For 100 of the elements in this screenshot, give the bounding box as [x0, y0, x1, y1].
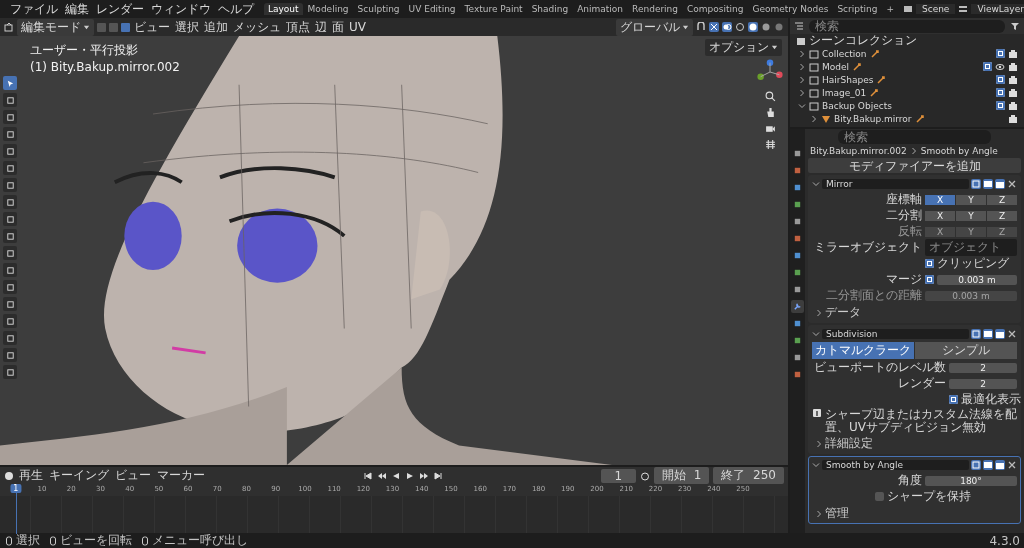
stopwatch-icon[interactable] [640, 470, 651, 481]
workspace-tab[interactable]: Geometry Nodes [748, 3, 833, 15]
workspace-tab[interactable]: Texture Paint [460, 3, 527, 15]
tool-button[interactable] [3, 348, 17, 362]
end-frame-field[interactable]: 終了 250 [713, 467, 784, 484]
editor-type-icon[interactable] [4, 22, 14, 32]
tool-button[interactable] [3, 331, 17, 345]
tool-button[interactable] [3, 297, 17, 311]
chevron-right-icon[interactable] [798, 49, 806, 58]
outliner-item[interactable]: シーンコレクション [809, 32, 917, 49]
close-icon[interactable] [1007, 460, 1017, 471]
chevron-down-icon[interactable] [812, 180, 820, 188]
edit-mode-icon[interactable] [971, 460, 981, 471]
select-mode-button[interactable] [121, 22, 130, 32]
menu-item[interactable]: UV [348, 20, 367, 34]
search-field[interactable]: 検索 [838, 130, 991, 144]
add-modifier-button[interactable]: モディファイアーを追加 [808, 158, 1021, 173]
axis-toggle[interactable]: X [925, 210, 955, 221]
menu-item[interactable]: メッシュ [232, 18, 282, 36]
outliner-item[interactable]: Image_01 [822, 87, 867, 98]
edit-mode-icon[interactable] [971, 329, 981, 339]
chevron-right-icon[interactable] [815, 509, 823, 518]
chevron-right-icon[interactable] [810, 114, 818, 123]
tool-button[interactable] [3, 229, 17, 243]
solid-shading-icon[interactable] [748, 22, 758, 32]
menu-item[interactable]: レンダー [95, 0, 145, 18]
menu-item[interactable]: 面 [331, 18, 345, 36]
tool-button[interactable] [3, 263, 17, 277]
options-dropdown[interactable]: オプション [705, 39, 782, 56]
properties-tab[interactable] [791, 300, 804, 313]
outliner-item[interactable]: HairShapes [822, 74, 874, 85]
tool-button[interactable] [3, 93, 17, 107]
scene-icon[interactable] [902, 4, 913, 14]
workspace-tab[interactable]: Shading [527, 3, 573, 15]
filter-icon[interactable] [1010, 21, 1020, 31]
render-icon[interactable] [995, 329, 1005, 339]
workspace-tab[interactable]: Rendering [628, 3, 683, 15]
number-field[interactable]: 2 [949, 378, 1017, 389]
outliner-item[interactable]: Backup Objects [822, 100, 892, 111]
tool-button[interactable] [3, 110, 17, 124]
render-shading-icon[interactable] [774, 22, 784, 32]
menu-item[interactable]: 再生 [18, 467, 44, 484]
close-icon[interactable] [1007, 329, 1017, 339]
menu-item[interactable]: 頂点 [285, 18, 311, 36]
play-reverse-button[interactable] [391, 470, 402, 481]
workspace-tab[interactable]: Compositing [683, 3, 748, 15]
modifier-name-field[interactable]: Subdivision [822, 329, 969, 339]
include-checkbox[interactable] [996, 75, 1005, 84]
start-frame-field[interactable]: 開始 1 [654, 467, 710, 484]
eye-icon[interactable] [995, 61, 1005, 72]
viewport-icon[interactable] [983, 460, 993, 471]
menu-item[interactable]: ヘルプ [217, 0, 255, 18]
scene-field[interactable]: Scene [915, 4, 956, 14]
merge-distance-field[interactable]: 0.003 m [937, 274, 1017, 285]
next-key-button[interactable] [419, 470, 430, 481]
menu-item[interactable]: 辺 [314, 18, 328, 36]
camera-icon[interactable] [764, 123, 776, 134]
axis-toggle[interactable]: Y [956, 210, 986, 221]
chevron-right-icon[interactable] [798, 62, 806, 71]
hand-icon[interactable] [764, 107, 776, 118]
grid-icon[interactable] [764, 139, 776, 150]
viewport-icon[interactable] [983, 179, 993, 189]
viewport-icon[interactable] [983, 329, 993, 339]
clipping-checkbox[interactable] [925, 259, 934, 268]
camera-icon[interactable] [1008, 61, 1018, 72]
camera-icon[interactable] [1008, 48, 1018, 59]
camera-icon[interactable] [1008, 74, 1018, 85]
tool-button[interactable] [3, 161, 17, 175]
tool-button[interactable] [3, 212, 17, 226]
menu-item[interactable]: 編集 [64, 0, 90, 18]
chevron-right-icon[interactable] [798, 75, 806, 84]
include-checkbox[interactable] [996, 88, 1005, 97]
menu-item[interactable]: ファイル [9, 0, 59, 18]
skip-start-button[interactable] [363, 470, 374, 481]
include-checkbox[interactable] [996, 101, 1005, 110]
skip-end-button[interactable] [433, 470, 444, 481]
playhead-frame-label[interactable]: 1 [10, 484, 22, 493]
camera-icon[interactable] [1008, 87, 1018, 98]
mirror-object-field[interactable]: オブジェクト [925, 239, 1017, 256]
layers-icon[interactable] [958, 4, 969, 14]
menu-item[interactable]: 追加 [203, 18, 229, 36]
menu-item[interactable]: ウィンドウ [150, 0, 212, 18]
camera-icon[interactable] [1008, 100, 1018, 111]
include-checkbox[interactable] [983, 62, 992, 71]
chevron-right-icon[interactable] [815, 308, 823, 317]
outliner-item[interactable]: Bity.Bakup.mirror [834, 113, 912, 124]
transform-orientation-dropdown[interactable]: グローバル [616, 18, 693, 36]
render-icon[interactable] [995, 460, 1005, 471]
search-field[interactable]: 検索 [809, 19, 1005, 33]
subpanel-header[interactable]: 詳細設定 [825, 435, 873, 453]
snap-icon[interactable] [696, 22, 706, 32]
modifier-name-field[interactable]: Smooth by Angle [822, 460, 969, 471]
angle-field[interactable]: 180° [925, 475, 1017, 486]
menu-item[interactable]: キーイング [48, 467, 110, 484]
wireframe-shading-icon[interactable] [735, 22, 745, 32]
menu-item[interactable]: ビュー [114, 467, 152, 484]
camera-icon[interactable] [1008, 113, 1018, 124]
workspace-tab[interactable]: Sculpting [353, 3, 404, 15]
display-mode-icon[interactable] [794, 21, 804, 31]
menu-item[interactable]: 選択 [174, 18, 200, 36]
